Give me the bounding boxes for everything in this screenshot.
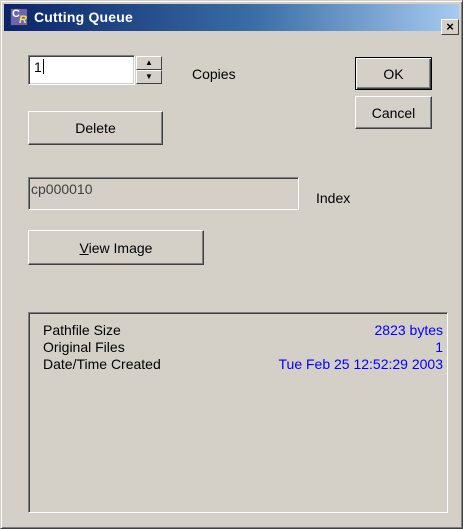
info-key: Pathfile Size [43, 322, 121, 338]
copies-value: 1 [34, 59, 42, 75]
cancel-button[interactable]: Cancel [355, 96, 432, 129]
text-caret [42, 59, 44, 74]
copies-label: Copies [192, 66, 236, 82]
index-field[interactable]: cp000010 [28, 177, 299, 210]
info-row-pathfile-size: Pathfile Size 2823 bytes [43, 322, 443, 338]
index-value: cp000010 [31, 181, 93, 197]
copies-stepper[interactable]: ▲ ▼ [136, 56, 162, 84]
info-panel: Pathfile Size 2823 bytes Original Files … [28, 312, 448, 513]
copies-input[interactable]: 1 [28, 55, 135, 85]
cr-app-icon: CR [10, 8, 28, 26]
info-key: Original Files [43, 339, 125, 355]
index-label: Index [316, 190, 351, 206]
view-image-button[interactable]: View Image [28, 230, 204, 265]
ok-button[interactable]: OK [355, 57, 432, 90]
info-row-date-created: Date/Time Created Tue Feb 25 12:52:29 20… [43, 356, 443, 372]
ok-button-label: OK [383, 65, 404, 82]
info-key: Date/Time Created [43, 356, 161, 372]
view-image-mnemonic: V [79, 239, 89, 256]
delete-button[interactable]: Delete [28, 111, 163, 145]
info-row-original-files: Original Files 1 [43, 339, 443, 355]
info-value: Tue Feb 25 12:52:29 2003 [278, 356, 444, 372]
cancel-button-label: Cancel [371, 104, 416, 121]
window-title: Cutting Queue [34, 9, 134, 25]
view-image-button-label: View Image [80, 240, 153, 256]
info-value: 1 [435, 339, 443, 355]
view-image-label-rest: iew Image [88, 239, 153, 256]
cutting-queue-dialog: CR Cutting Queue × 1 ▲ ▼ Copies OK Cance… [0, 0, 463, 529]
delete-button-label: Delete [75, 120, 116, 136]
title-bar[interactable]: CR Cutting Queue × [4, 4, 459, 35]
spin-up-icon[interactable]: ▲ [136, 56, 162, 70]
info-value: 2823 bytes [374, 322, 444, 338]
spin-down-icon[interactable]: ▼ [136, 70, 162, 84]
close-icon[interactable]: × [441, 19, 459, 35]
